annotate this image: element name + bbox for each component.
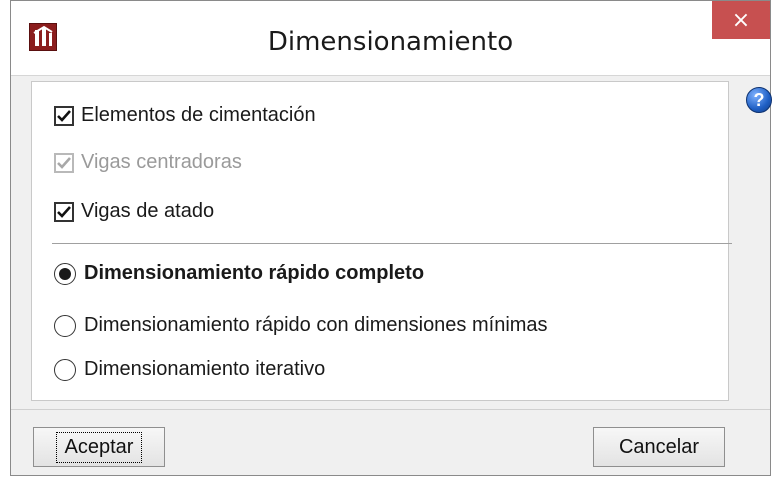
radio-selected-dot xyxy=(59,267,71,280)
checkbox-label: Vigas centradoras xyxy=(81,151,242,173)
checkmark-icon xyxy=(57,156,71,169)
close-button[interactable]: × xyxy=(712,1,770,39)
radio-button[interactable] xyxy=(54,314,76,337)
checkbox-box xyxy=(54,152,74,173)
checkmark-icon xyxy=(57,205,71,218)
radio-label: Dimensionamiento rápido con dimensiones … xyxy=(84,314,548,336)
checkbox-elementos-cimentacion[interactable]: Elementos de cimentación xyxy=(54,104,316,127)
radio-iterativo[interactable]: Dimensionamiento iterativo xyxy=(54,358,325,381)
accept-button-label: Aceptar xyxy=(55,431,143,463)
radio-button[interactable] xyxy=(54,262,76,285)
radio-rapido-minimas[interactable]: Dimensionamiento rápido con dimensiones … xyxy=(54,314,548,337)
radio-label: Dimensionamiento iterativo xyxy=(84,358,326,380)
window-title: Dimensionamiento xyxy=(267,27,514,57)
checkbox-vigas-centradoras: Vigas centradoras xyxy=(54,151,242,174)
footer-separator xyxy=(11,409,770,410)
radio-button[interactable] xyxy=(54,358,76,381)
cancel-button-label: Cancelar xyxy=(618,435,700,458)
checkbox-label: Vigas de atado xyxy=(81,200,215,222)
options-panel: Elementos de cimentación Vigas centrador… xyxy=(31,81,732,401)
help-icon[interactable]: ? xyxy=(746,87,772,113)
radio-rapido-completo[interactable]: Dimensionamiento rápido completo xyxy=(54,262,424,285)
title-bar: Dimensionamiento × xyxy=(11,1,770,76)
checkbox-vigas-atado[interactable]: Vigas de atado xyxy=(54,200,214,223)
radio-label: Dimensionamiento rápido completo xyxy=(84,262,425,284)
checkbox-label: Elementos de cimentación xyxy=(81,104,316,126)
dimensioning-dialog: Dimensionamiento × Elementos de cimentac… xyxy=(10,0,772,476)
close-icon: × xyxy=(731,7,751,33)
divider xyxy=(52,243,732,244)
checkbox-box[interactable] xyxy=(54,105,74,126)
checkmark-icon xyxy=(57,109,71,122)
accept-button[interactable]: Aceptar xyxy=(33,427,165,467)
checkbox-box[interactable] xyxy=(54,201,74,222)
cancel-button[interactable]: Cancelar xyxy=(593,427,725,467)
